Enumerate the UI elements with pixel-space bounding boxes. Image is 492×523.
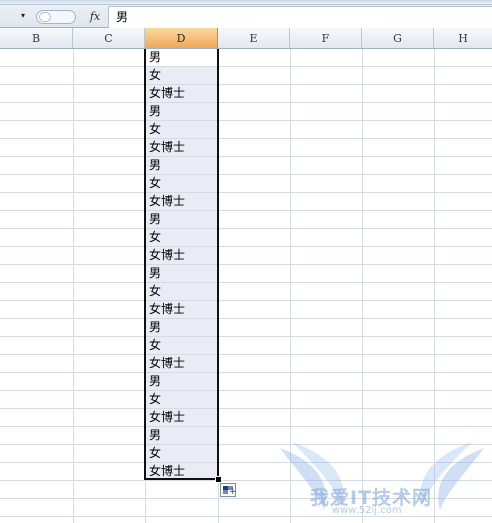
row-gridline: [0, 156, 492, 157]
column-header-c[interactable]: C: [73, 28, 145, 48]
row-gridline: [0, 462, 492, 463]
column-header-b[interactable]: B: [0, 28, 73, 48]
insert-function-icon[interactable]: fx: [84, 9, 106, 25]
row-gridline: [0, 192, 492, 193]
row-gridline: [0, 390, 492, 391]
resize-knob[interactable]: [39, 12, 51, 22]
formula-bar-resize-handle[interactable]: [36, 10, 76, 24]
row-gridline: [0, 354, 492, 355]
row-gridline: [0, 102, 492, 103]
worksheet-grid[interactable]: 男女女博士男女女博士男女女博士男女女博士男女女博士男女女博士男女女博士男女女博士…: [0, 49, 492, 523]
row-gridline: [0, 84, 492, 85]
column-header-d[interactable]: D: [145, 28, 218, 48]
column-header-row: B C D E F G H: [0, 28, 492, 49]
row-gridline: [0, 372, 492, 373]
row-gridline: [0, 516, 492, 517]
name-box-dropdown-icon[interactable]: ▾: [18, 11, 28, 21]
fill-handle[interactable]: [215, 476, 222, 483]
formula-bar-divider: [0, 4, 492, 5]
formula-input[interactable]: 男: [108, 6, 492, 28]
row-gridline: [0, 408, 492, 409]
row-gridline: [0, 138, 492, 139]
auto-fill-options-icon[interactable]: +: [220, 483, 237, 497]
column-header-f[interactable]: F: [290, 28, 362, 48]
selection-border: [144, 49, 219, 480]
row-gridline: [0, 300, 492, 301]
row-gridline: [0, 336, 492, 337]
row-gridline: [0, 246, 492, 247]
row-gridline: [0, 210, 492, 211]
row-gridline: [0, 444, 492, 445]
row-gridline: [0, 282, 492, 283]
row-gridline: [0, 426, 492, 427]
row-gridline: [0, 264, 492, 265]
row-gridline: [0, 120, 492, 121]
row-gridline: [0, 318, 492, 319]
watermark-url: www.52ij.com: [332, 505, 402, 516]
column-header-h[interactable]: H: [434, 28, 492, 48]
row-gridline: [0, 174, 492, 175]
row-gridline: [0, 66, 492, 67]
column-header-g[interactable]: G: [362, 28, 434, 48]
column-header-e[interactable]: E: [218, 28, 290, 48]
row-gridline: [0, 480, 492, 481]
row-gridline: [0, 228, 492, 229]
formula-bar: ▾ fx 男: [0, 0, 492, 28]
